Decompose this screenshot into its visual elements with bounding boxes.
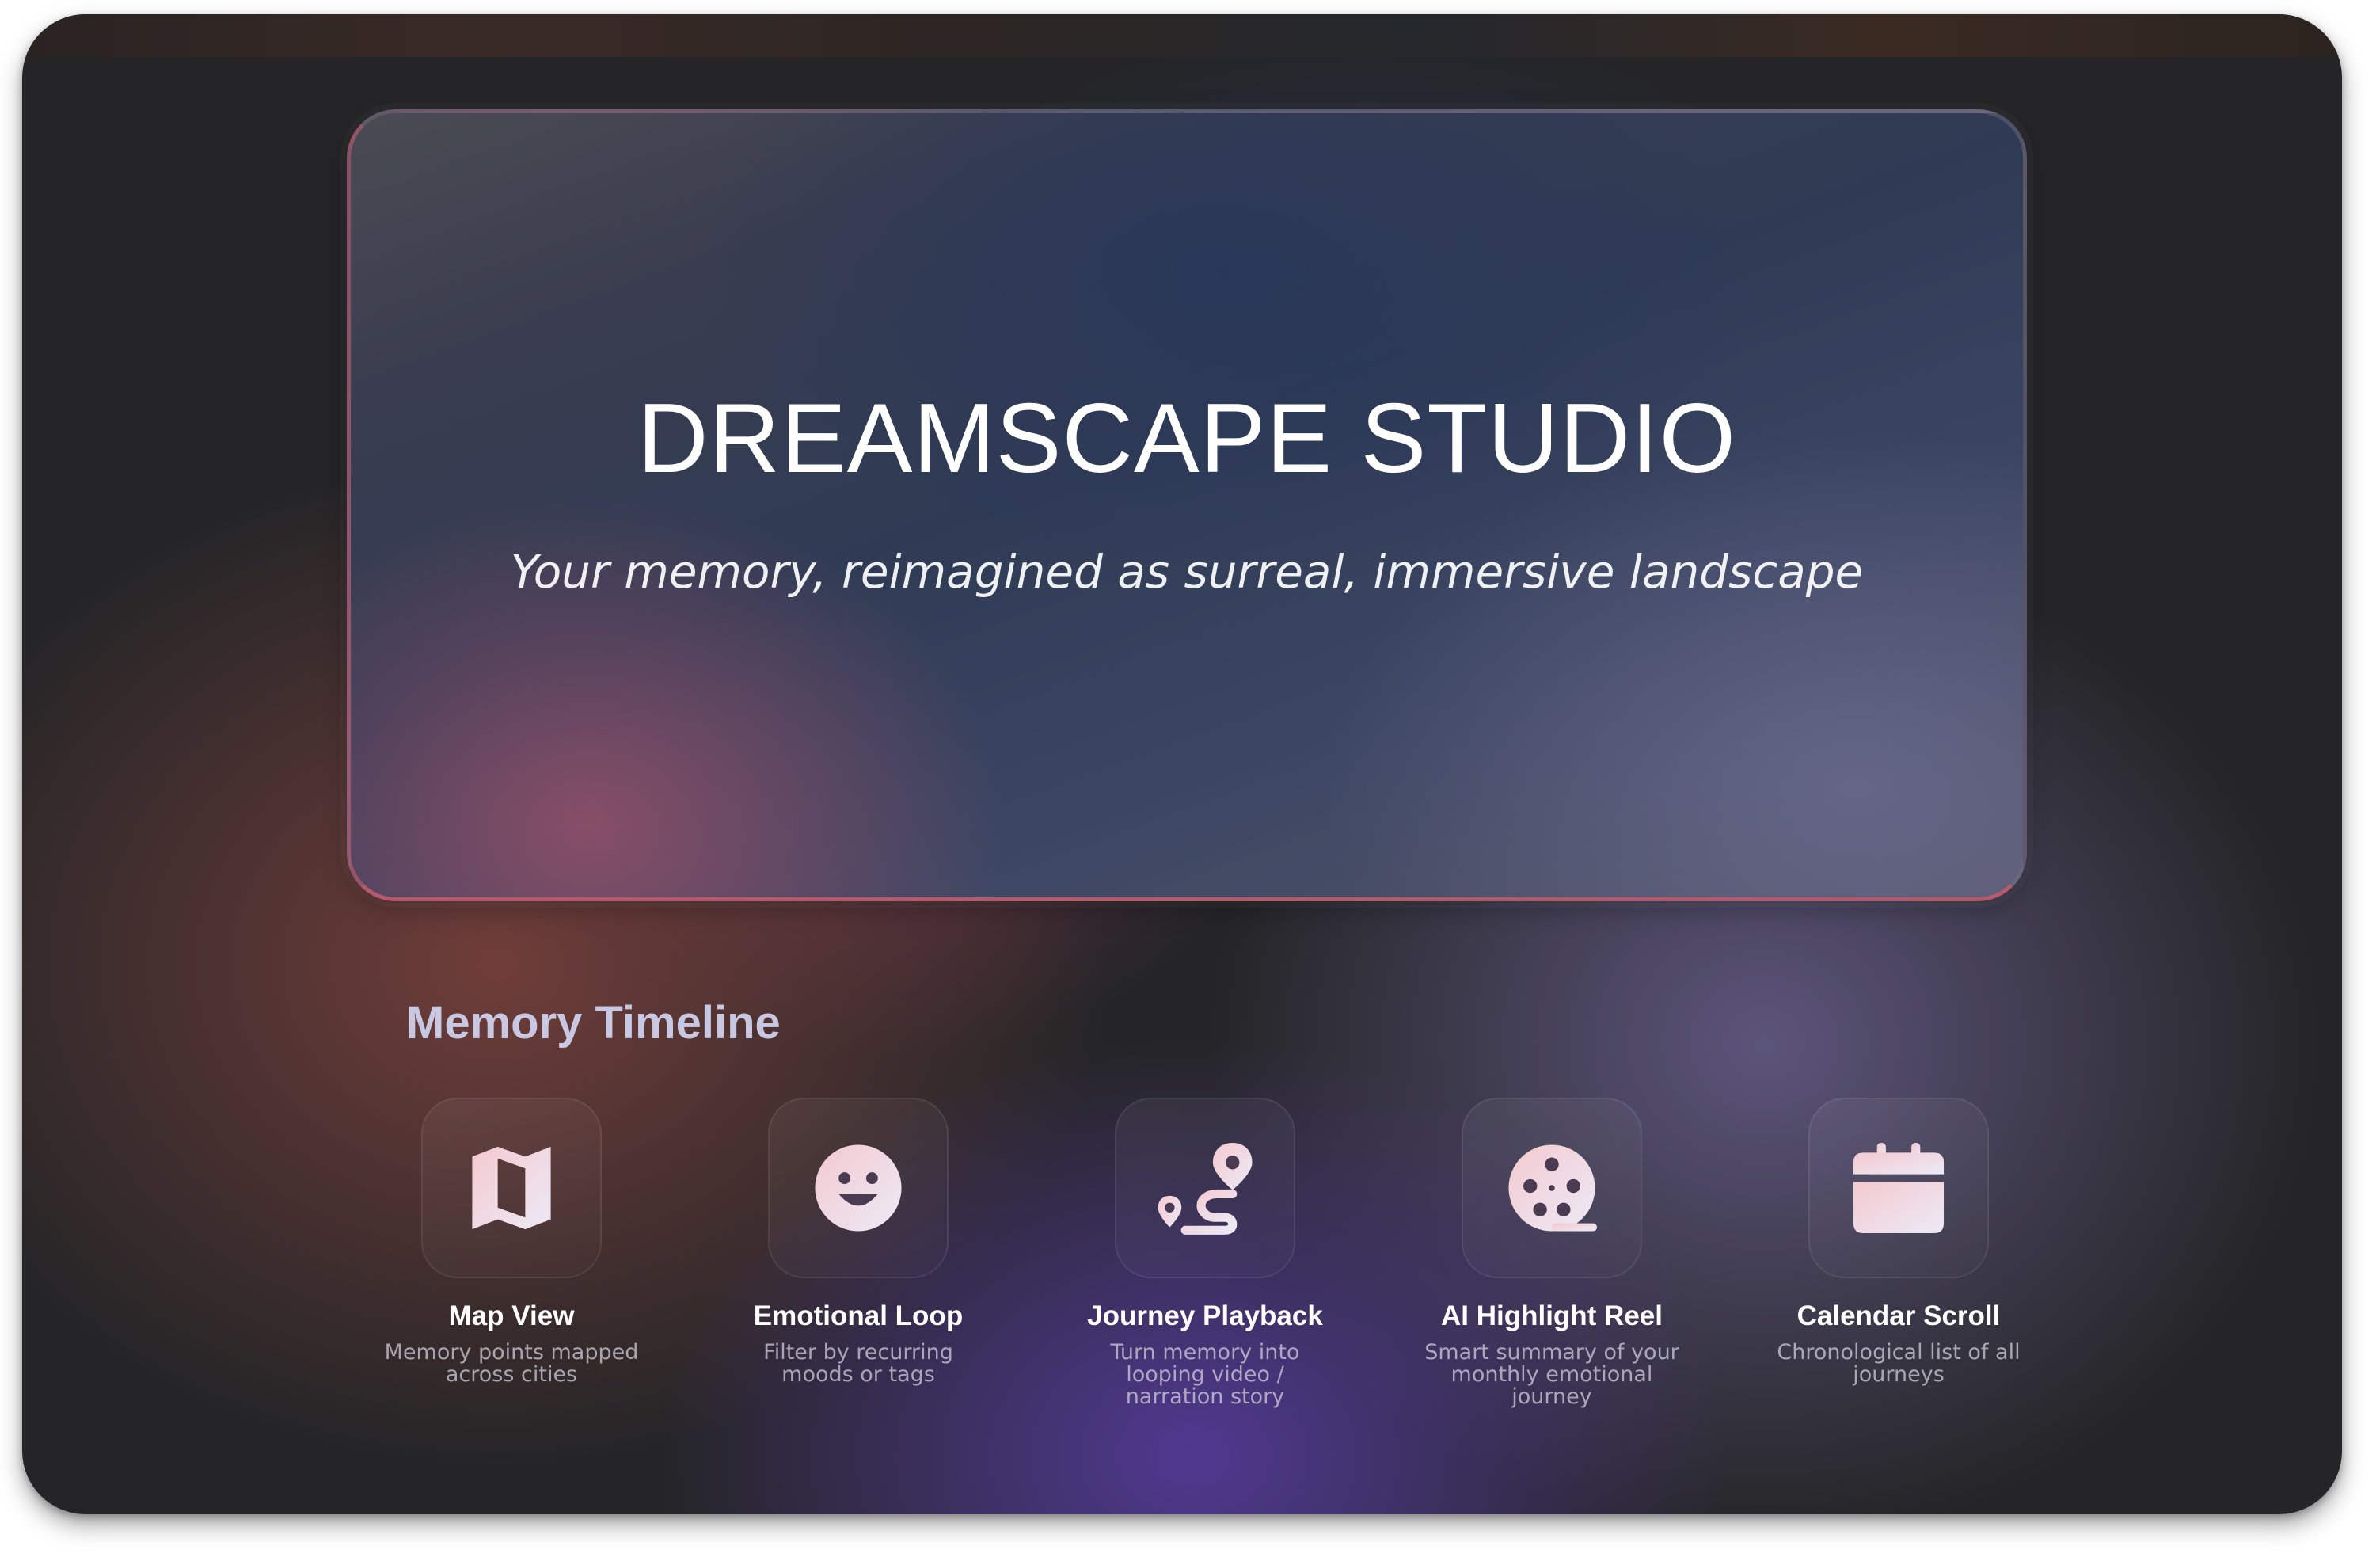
feature-tile[interactable] [1462,1098,1642,1278]
feature-emotional-loop[interactable]: Emotional Loop Filter by recurring moods… [708,1098,1009,1386]
smiley-icon [815,1144,902,1232]
feature-title: Calendar Scroll [1796,1300,2001,1331]
feature-description: Smart summary of your monthly emotional … [1424,1340,1679,1409]
calendar-icon [1853,1142,1945,1234]
film-reel-icon [1508,1144,1598,1232]
feature-title: Map View [448,1300,575,1331]
feature-title: Emotional Loop [753,1300,964,1331]
feature-description: Chronological list of all journeys [1777,1340,2021,1387]
app-window: DREAMSCAPE STUDIO Your memory, reimagine… [22,14,2342,1514]
feature-description: Filter by recurring moods or tags [763,1340,953,1387]
map-icon [472,1146,551,1230]
feature-map-view[interactable]: Map View Memory points mapped across cit… [361,1098,662,1386]
feature-journey-playback[interactable]: Journey Playback Turn memory into loopin… [1055,1098,1355,1408]
route-icon [1158,1142,1253,1235]
feature-tile[interactable] [1808,1098,1989,1278]
feature-tile[interactable] [1115,1098,1295,1278]
feature-description: Turn memory into looping video / narrati… [1110,1340,1300,1409]
feature-title: Journey Playback [1087,1300,1323,1331]
feature-tile[interactable] [768,1098,949,1278]
feature-list: Map View Memory points mapped across cit… [22,14,2342,1514]
feature-tile[interactable] [421,1098,602,1278]
feature-calendar-scroll[interactable]: Calendar Scroll Chronological list of al… [1748,1098,2049,1386]
feature-description: Memory points mapped across cities [384,1340,639,1387]
feature-ai-highlight-reel[interactable]: AI Highlight Reel Smart summary of your … [1401,1098,1702,1408]
feature-title: AI Highlight Reel [1441,1300,1663,1331]
